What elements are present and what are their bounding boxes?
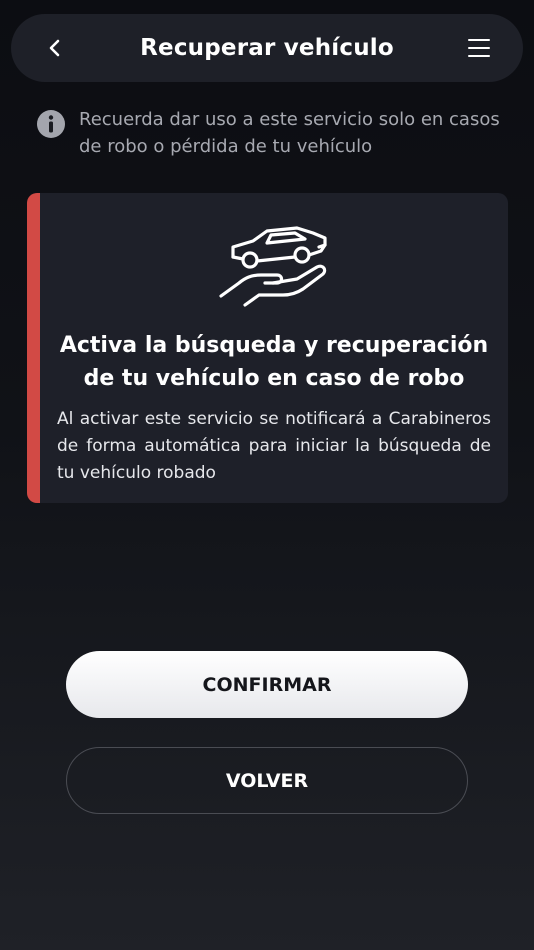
confirm-button[interactable]: CONFIRMAR <box>66 651 468 718</box>
card-description: Al activar este servicio se notificará a… <box>57 409 491 483</box>
page-title: Recuperar vehículo <box>140 35 394 61</box>
hamburger-menu-icon <box>468 39 490 57</box>
info-icon <box>37 110 65 138</box>
info-notice: Recuerda dar uso a este servicio solo en… <box>36 106 506 160</box>
back-action-button[interactable]: VOLVER <box>66 747 468 814</box>
menu-button[interactable] <box>465 34 493 62</box>
back-button[interactable] <box>41 34 69 62</box>
top-bar: Recuperar vehículo <box>11 14 523 82</box>
chevron-left-icon <box>49 39 60 57</box>
notice-text: Recuerda dar uso a este servicio solo en… <box>79 109 500 157</box>
card-accent-bar <box>27 193 40 503</box>
card-title: Activa la búsqueda y recuperación de tu … <box>59 333 489 391</box>
recovery-info-card: Activa la búsqueda y recuperación de tu … <box>27 193 508 503</box>
car-on-hand-icon <box>219 226 327 307</box>
